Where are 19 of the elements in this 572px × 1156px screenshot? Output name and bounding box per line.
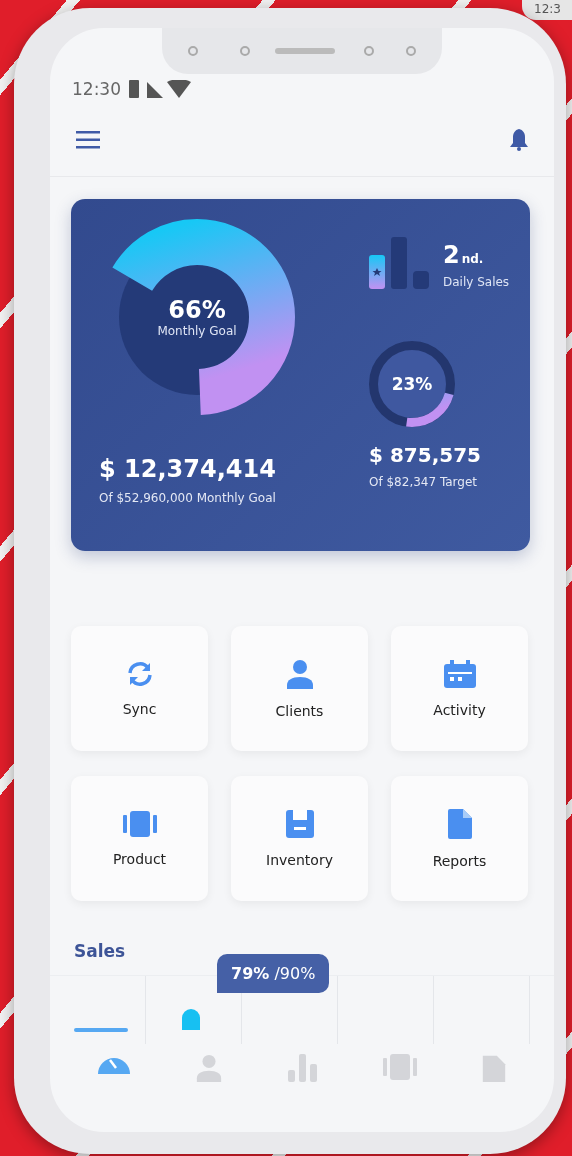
- target-subtitle: Of $82,347 Target: [369, 475, 478, 489]
- target-amount: $ 875,575: [369, 443, 481, 467]
- shortcut-tile[interactable]: Clients: [231, 626, 368, 751]
- sales-tooltip: 79% /90%: [217, 954, 330, 993]
- shortcut-tile[interactable]: Product: [71, 776, 208, 901]
- rank-position: 2 nd.: [443, 241, 485, 269]
- sales-title: Sales: [74, 941, 127, 961]
- shortcut-tile[interactable]: Reports: [391, 776, 528, 901]
- status-time: 12:30: [72, 79, 121, 99]
- shortcut-tile[interactable]: Inventory: [231, 776, 368, 901]
- rank-label: Daily Sales: [443, 275, 510, 289]
- shortcut-tile[interactable]: Activity: [391, 626, 528, 751]
- goal-percent: 66%: [168, 296, 226, 324]
- shortcut-tile[interactable]: Sync: [71, 626, 208, 751]
- sales-amount: $ 12,374,414: [99, 455, 277, 483]
- status-time: 12:3: [522, 0, 572, 20]
- goal-subtitle: Of $52,960,000 Monthly Goal: [99, 491, 277, 505]
- target-percent: 23%: [391, 374, 433, 394]
- goal-label: Monthly Goal: [157, 324, 237, 338]
